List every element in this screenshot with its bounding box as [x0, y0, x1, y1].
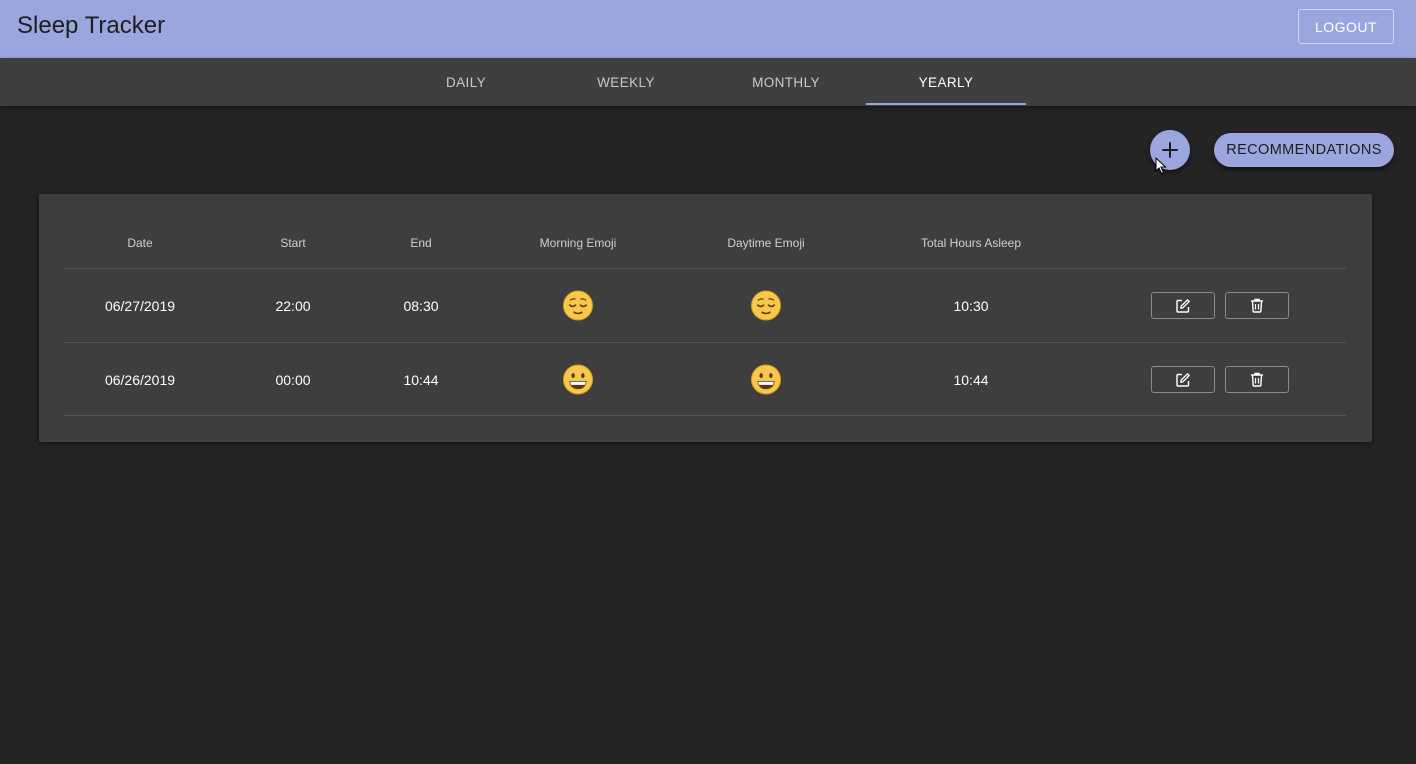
tab-weekly[interactable]: WEEKLY — [546, 58, 706, 106]
date-cell: 06/27/2019 — [104, 298, 176, 314]
active-tab-indicator — [866, 103, 1026, 105]
total-hours-cell: 10:44 — [953, 372, 989, 388]
edit-icon — [1176, 372, 1190, 387]
column-header-total-hours: Total Hours Asleep — [920, 236, 1022, 250]
total-hours-cell: 10:30 — [953, 298, 989, 314]
date-cell: 06/26/2019 — [104, 372, 176, 388]
grinning-face-icon — [750, 364, 782, 395]
trash-icon — [1251, 298, 1263, 313]
end-cell: 10:44 — [403, 372, 439, 388]
tab-daily[interactable]: DAILY — [386, 58, 546, 106]
relieved-face-icon — [750, 290, 782, 321]
start-cell: 22:00 — [275, 298, 311, 314]
delete-button[interactable] — [1225, 366, 1289, 393]
trash-icon — [1251, 372, 1263, 387]
grinning-face-icon — [562, 364, 594, 395]
tab-monthly[interactable]: MONTHLY — [706, 58, 866, 106]
table-row: 06/27/2019 22:00 08:30 10:30 — [64, 268, 1346, 342]
delete-button[interactable] — [1225, 292, 1289, 319]
column-header-start: Start — [280, 236, 306, 250]
edit-button[interactable] — [1151, 292, 1215, 319]
end-cell: 08:30 — [403, 298, 439, 314]
start-cell: 00:00 — [275, 372, 311, 388]
recommendations-button[interactable]: RECOMMENDATIONS — [1214, 133, 1394, 167]
column-header-date: Date — [127, 236, 153, 250]
edit-button[interactable] — [1151, 366, 1215, 393]
tab-yearly[interactable]: YEARLY — [866, 58, 1026, 106]
relieved-face-icon — [562, 290, 594, 321]
column-header-daytime-emoji: Daytime Emoji — [727, 236, 805, 250]
table-row: 06/26/2019 00:00 10:44 10:44 — [64, 342, 1346, 416]
logout-button[interactable]: LOGOUT — [1298, 9, 1394, 44]
app-bar: Sleep Tracker LOGOUT — [0, 0, 1416, 58]
mouse-cursor-icon — [1155, 157, 1167, 175]
sleep-entries-table: Date Start End Morning Emoji Daytime Emo… — [39, 194, 1372, 442]
edit-icon — [1176, 298, 1190, 313]
app-title: Sleep Tracker — [17, 12, 166, 39]
tab-bar: DAILY WEEKLY MONTHLY YEARLY — [0, 58, 1416, 106]
column-header-morning-emoji: Morning Emoji — [539, 236, 617, 250]
column-header-end: End — [410, 236, 432, 250]
